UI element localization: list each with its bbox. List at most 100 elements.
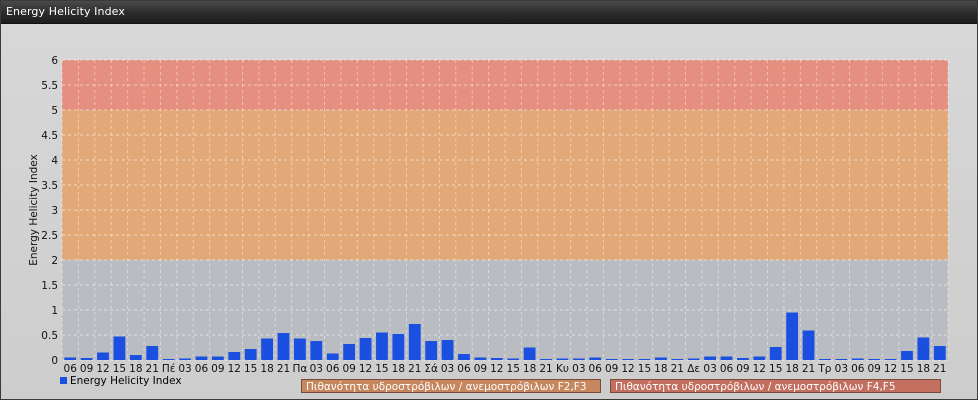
bar-24[interactable] [458, 354, 470, 360]
bar-16[interactable] [326, 353, 339, 361]
bar-45[interactable] [802, 330, 815, 361]
bar-50[interactable] [884, 359, 897, 360]
legend-band-f2f3: Πιθανότητα υδροστρόβιλων / ανεμοστρόβιλω… [301, 379, 601, 393]
bar-33[interactable] [605, 359, 618, 360]
bar-48[interactable] [851, 358, 864, 361]
y-axis-ticks: 0 0.5 1 1.5 2 2.5 3 3.5 4 4.5 5 5.5 6 [41, 55, 58, 367]
bar-10[interactable] [228, 352, 241, 360]
legend-series[interactable]: Energy Helicity Index [60, 374, 182, 388]
bar-35[interactable] [638, 359, 651, 360]
bar-46[interactable] [819, 359, 831, 360]
bar-19[interactable] [376, 332, 388, 361]
bar-26[interactable] [490, 358, 503, 360]
x-tick-label-26: 12 [490, 363, 503, 375]
bar-52[interactable] [917, 337, 930, 361]
bar-13[interactable] [277, 333, 290, 360]
y-axis-label: Energy Helicity Index [28, 154, 40, 266]
x-tick-label-8: 06 [195, 363, 209, 375]
x-tick-label-28: 18 [523, 363, 536, 375]
bar-38[interactable] [687, 358, 700, 361]
bar-11[interactable] [244, 349, 257, 360]
bar-12[interactable] [261, 338, 273, 361]
x-tick-label-13: 21 [277, 363, 290, 375]
y-tick-label-6: 3 [51, 205, 58, 217]
x-tick-label-30: Κυ [556, 363, 569, 375]
x-tick-label-32: 06 [589, 363, 603, 375]
x-tick-label-50: 12 [884, 363, 897, 375]
x-tick-label-35: 15 [638, 363, 651, 375]
bar-23[interactable] [441, 340, 454, 360]
x-tick-label-22: Σά [424, 363, 438, 375]
bar-21[interactable] [408, 324, 421, 360]
ehi-chart: 0 0.5 1 1.5 2 2.5 3 3.5 4 4.5 5 5.5 6 06 09 12 15 18 21 Πέ… [28, 55, 949, 375]
bar-29[interactable] [540, 359, 552, 360]
x-tick-label-11: 15 [244, 363, 257, 375]
bar-31[interactable] [572, 358, 585, 361]
bar-0[interactable] [64, 357, 77, 361]
bar-27[interactable] [507, 358, 520, 361]
bar-32[interactable] [589, 357, 602, 361]
x-tick-label-48: 06 [851, 363, 865, 375]
bar-2[interactable] [97, 352, 109, 361]
x-tick-label-25: 09 [474, 363, 487, 375]
legend-series-label: Energy Helicity Index [70, 375, 182, 387]
x-tick-label-16: 06 [326, 363, 340, 375]
x-tick-label-21: 21 [408, 363, 421, 375]
x-axis-ticks: 06 09 12 15 18 21 Πέ 03 06 09 12 15 18 21 Πα 03 06 09 12 15… [64, 363, 947, 375]
x-tick-label-17: 09 [342, 363, 355, 375]
bar-4[interactable] [129, 355, 142, 360]
bar-20[interactable] [392, 334, 405, 360]
y-tick-label-1: 0.5 [41, 330, 58, 342]
x-tick-label-49: 09 [867, 363, 880, 375]
bar-9[interactable] [211, 356, 224, 361]
bar-37[interactable] [671, 359, 684, 360]
bar-3[interactable] [113, 336, 126, 361]
x-tick-label-10: 12 [228, 363, 241, 375]
bar-39[interactable] [704, 356, 716, 361]
y-tick-label-8: 4 [51, 155, 58, 167]
y-tick-label-2: 1 [51, 305, 58, 317]
bar-6[interactable] [162, 359, 175, 360]
bar-22[interactable] [425, 341, 438, 360]
bar-17[interactable] [343, 344, 356, 360]
y-tick-label-4: 2 [51, 255, 58, 267]
bar-40[interactable] [720, 356, 733, 361]
legend-band-f4f5: Πιθανότητα υδροστρόβιλων / ανεμοστρόβιλω… [610, 379, 941, 393]
y-tick-label-0: 0 [51, 355, 58, 367]
bar-1[interactable] [80, 358, 93, 360]
x-tick-label-42: 12 [753, 363, 766, 375]
x-tick-label-38: Δε [687, 363, 700, 375]
bar-51[interactable] [901, 351, 913, 360]
bar-30[interactable] [556, 358, 569, 361]
x-tick-label-44: 18 [785, 363, 798, 375]
x-tick-label-20: 18 [392, 363, 405, 375]
bar-36[interactable] [654, 357, 667, 361]
bar-8[interactable] [195, 356, 208, 361]
bar-49[interactable] [868, 359, 881, 360]
bar-42[interactable] [753, 356, 766, 361]
x-tick-label-29: 21 [539, 363, 552, 375]
x-tick-label-37: 21 [671, 363, 684, 375]
legend-swatch [60, 377, 67, 384]
x-tick-label-24: 06 [457, 363, 471, 375]
bar-15[interactable] [310, 341, 323, 360]
bar-43[interactable] [769, 347, 782, 360]
x-tick-label-15: 03 [310, 363, 323, 375]
x-tick-label-36: 18 [654, 363, 667, 375]
x-tick-label-33: 09 [605, 363, 618, 375]
bar-18[interactable] [359, 338, 372, 360]
bar-14[interactable] [294, 338, 306, 361]
bar-53[interactable] [933, 346, 946, 360]
x-tick-label-53: 21 [933, 363, 946, 375]
bar-7[interactable] [179, 358, 191, 361]
legend-band-f2f3-label: Πιθανότητα υδροστρόβιλων / ανεμοστρόβιλω… [306, 381, 587, 393]
bar-28[interactable] [523, 347, 536, 361]
bar-44[interactable] [786, 312, 799, 361]
bar-5[interactable] [146, 346, 159, 360]
bar-47[interactable] [835, 359, 848, 360]
bar-25[interactable] [474, 357, 487, 361]
x-tick-label-40: 06 [720, 363, 734, 375]
bar-41[interactable] [737, 358, 749, 360]
bar-34[interactable] [622, 359, 634, 360]
x-tick-label-31: 03 [572, 363, 585, 375]
